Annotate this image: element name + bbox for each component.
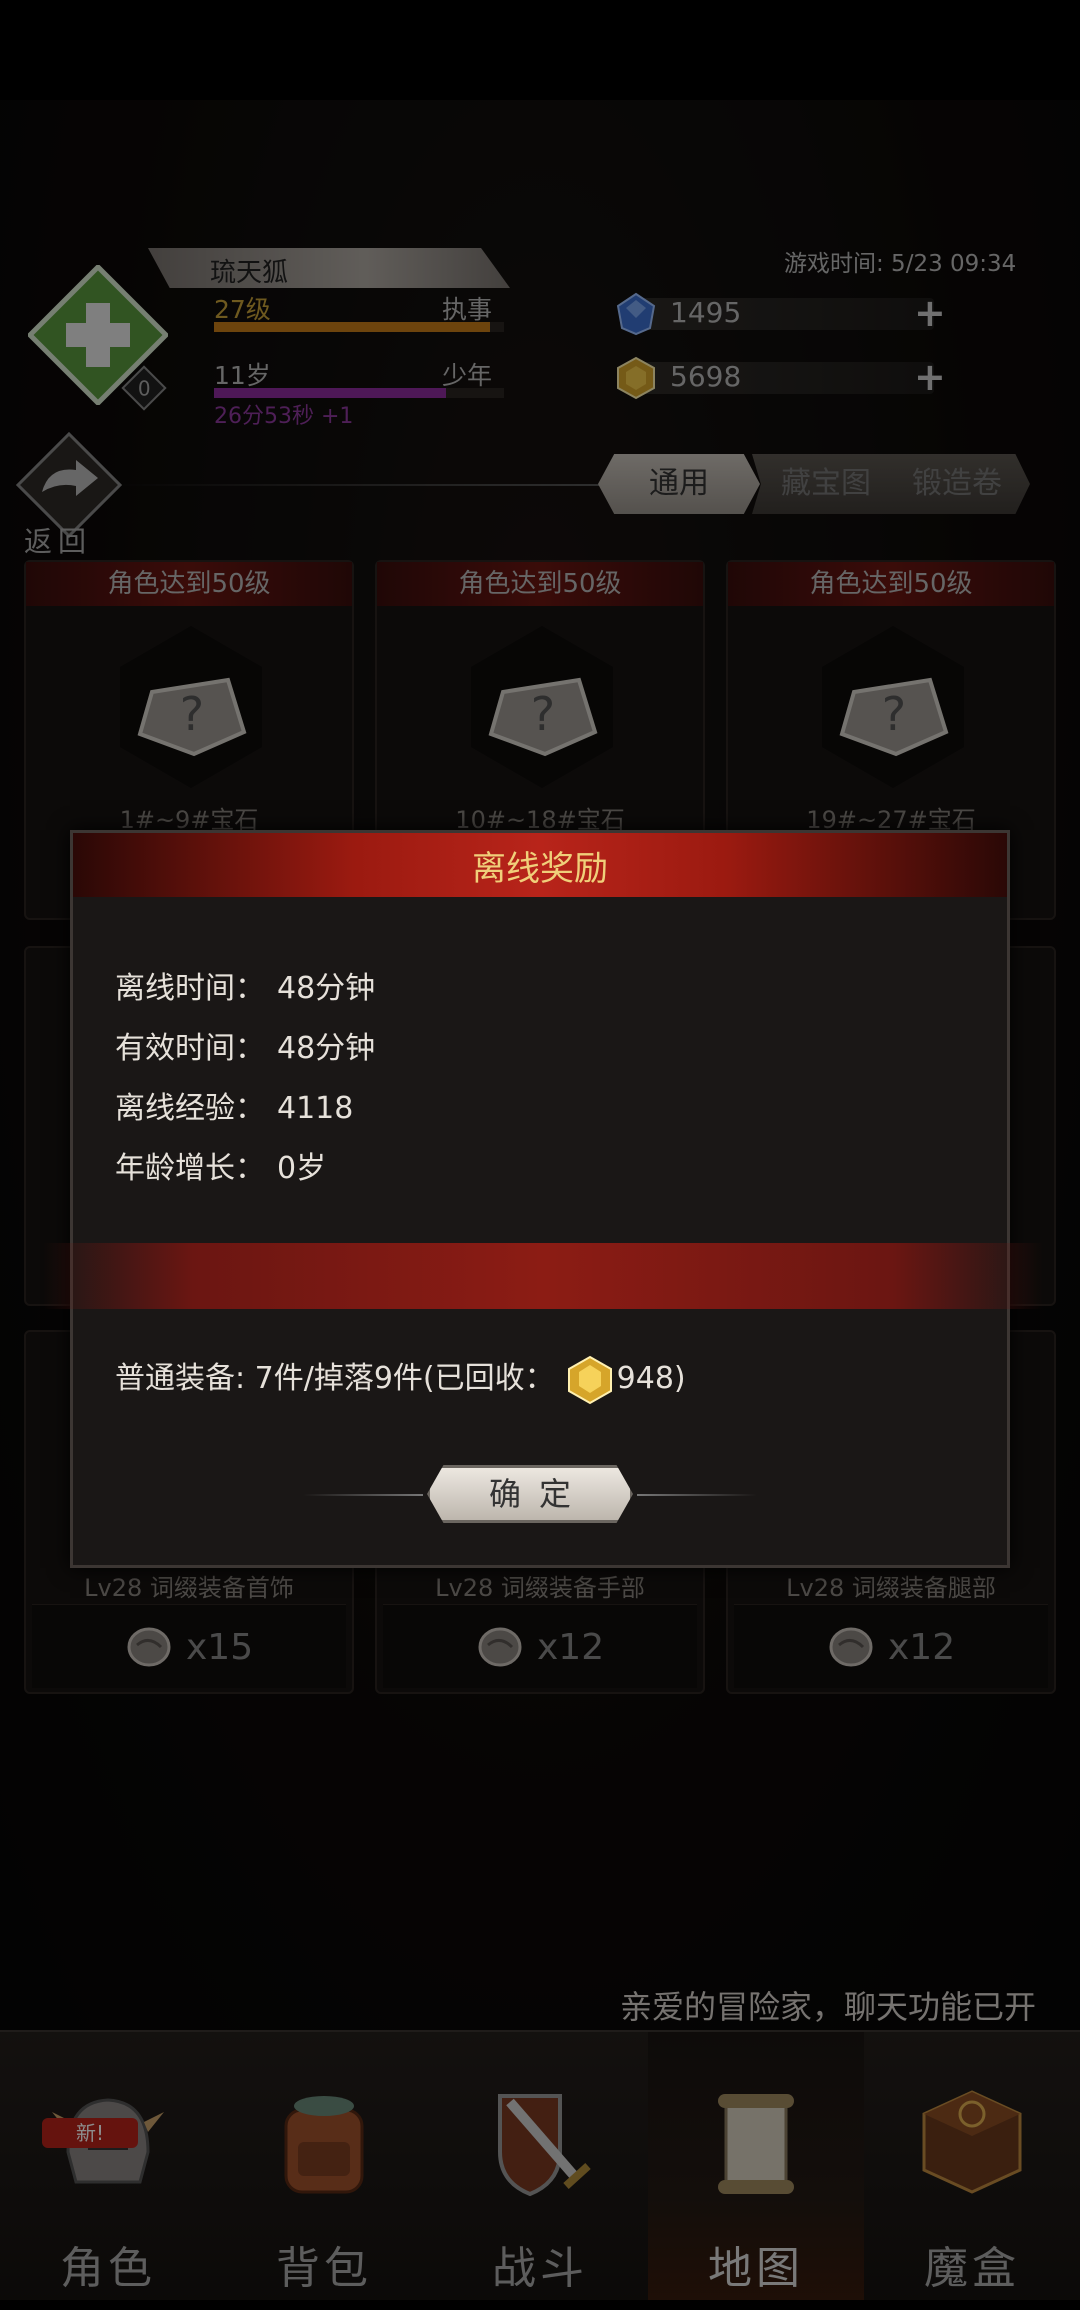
confirm-line-right xyxy=(637,1494,757,1496)
row-value: 48分钟 xyxy=(277,1031,376,1066)
row-value: 4118 xyxy=(277,1091,354,1126)
age-growth-row: 年龄增长： 0岁 xyxy=(115,1143,326,1187)
confirm-line-left xyxy=(303,1494,423,1496)
row-label: 离线经验： xyxy=(115,1091,265,1126)
row-label: 离线时间： xyxy=(115,971,265,1006)
confirm-button[interactable]: 确定 xyxy=(427,1465,633,1523)
offline-exp-row: 离线经验： 4118 xyxy=(115,1083,353,1127)
equip-text: 普通装备: 7件/掉落9件(已回收： xyxy=(115,1361,555,1396)
dialog-divider xyxy=(43,1243,1043,1309)
dialog-title: 离线奖励 xyxy=(472,849,608,889)
offline-reward-dialog: 离线奖励 离线时间： 48分钟 有效时间： 48分钟 离线经验： 4118 年龄增长：… xyxy=(43,830,1043,1568)
row-value: 0岁 xyxy=(277,1151,327,1186)
equipment-summary: 普通装备: 7件/掉落9件(已回收： 948) xyxy=(115,1353,686,1405)
confirm-area: 确定 xyxy=(303,1465,783,1525)
equip-value: 948) xyxy=(616,1361,686,1396)
row-label: 有效时间： xyxy=(115,1031,265,1066)
effective-time-row: 有效时间： 48分钟 xyxy=(115,1023,375,1067)
gold-gem-icon xyxy=(567,1355,612,1404)
row-value: 48分钟 xyxy=(277,971,376,1006)
row-label: 年龄增长： xyxy=(115,1151,265,1186)
offline-time-row: 离线时间： 48分钟 xyxy=(115,963,375,1007)
